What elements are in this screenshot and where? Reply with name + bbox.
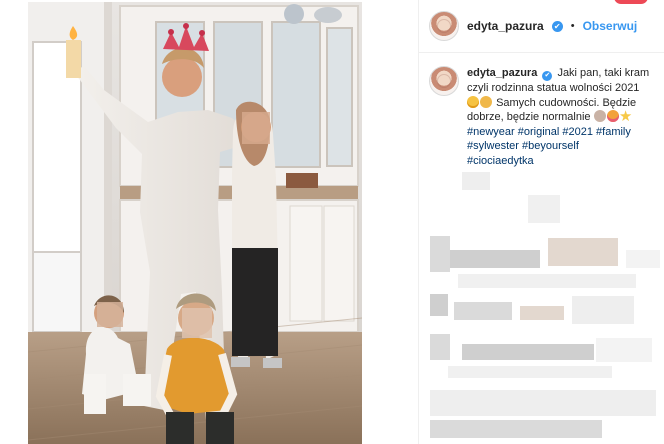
- caption-username[interactable]: edyta_pazura: [467, 67, 537, 79]
- caption-text: edyta_pazura ✔ Jaki pan, taki kram czyli…: [467, 66, 655, 169]
- caption-line-4: dobrze, będzie normalnie: [467, 111, 591, 124]
- obscured-comment-block: [572, 296, 634, 324]
- obscured-comment-block: [430, 420, 602, 438]
- hashtags-line-1[interactable]: #newyear #original #2021 #family: [467, 126, 631, 138]
- post-caption: edyta_pazura ✔ Jaki pan, taki kram czyli…: [429, 66, 655, 169]
- obscured-comment-block: [548, 238, 618, 266]
- caption-line-1: Jaki pan, taki kram: [557, 67, 650, 79]
- obscured-comment-block: [458, 274, 636, 288]
- post-header: edyta_pazura ✔ • Obserwuj: [429, 10, 637, 42]
- hashtags-line-2[interactable]: #sylwester #beyourself: [467, 140, 579, 152]
- obscured-comment-block: [462, 172, 490, 190]
- notification-badge: [614, 0, 648, 4]
- post-username[interactable]: edyta_pazura: [467, 19, 544, 33]
- instagram-post-view: edyta_pazura ✔ • Obserwuj edyta_pazura ✔…: [0, 0, 664, 444]
- obscured-comment-block: [596, 338, 652, 362]
- obscured-comment-block: [454, 302, 512, 320]
- caption-line-2: czyli rodzinna statua wolności 2021: [467, 82, 640, 94]
- obscured-comment-block: [450, 250, 540, 268]
- caption-avatar[interactable]: [429, 66, 459, 96]
- obscured-comment-block: [528, 195, 560, 223]
- smiling-face-emoji: [467, 95, 479, 108]
- verified-badge-icon: ✔: [551, 20, 563, 32]
- post-photo[interactable]: [28, 2, 362, 444]
- folded-hands-emoji: [593, 110, 606, 123]
- hashtags-line-3[interactable]: #ciociaedytka: [467, 155, 534, 167]
- obscured-comment-block: [430, 334, 450, 360]
- sparkles-emoji: [619, 110, 632, 122]
- caption-verified-badge-icon: ✔: [542, 71, 553, 81]
- caption-line-3: Samych cudowności. Będzie: [496, 96, 637, 109]
- hugging-face-emoji: [480, 95, 492, 108]
- obscured-comment-block: [430, 236, 450, 272]
- obscured-comment-block: [520, 306, 564, 320]
- obscured-comment-block: [430, 294, 448, 316]
- obscured-comment-block: [626, 250, 660, 268]
- follow-button[interactable]: Obserwuj: [583, 19, 638, 33]
- profile-avatar[interactable]: [429, 11, 459, 41]
- smiling-hearts-face-emoji: [606, 110, 619, 123]
- family-photo-illustration: [28, 2, 362, 444]
- header-divider: [418, 52, 664, 53]
- separator-dot: •: [570, 20, 575, 32]
- post-panel-divider: [418, 0, 419, 444]
- obscured-comment-block: [430, 390, 656, 416]
- obscured-comment-block: [462, 344, 594, 360]
- obscured-comment-block: [448, 366, 612, 378]
